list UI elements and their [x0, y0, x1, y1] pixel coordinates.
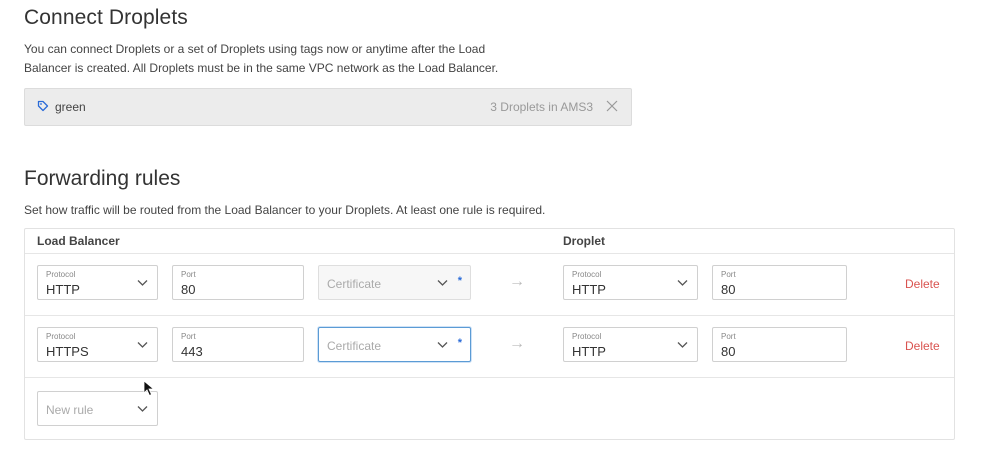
chevron-down-icon: [677, 342, 688, 348]
field-value: 443: [181, 344, 203, 359]
chevron-down-icon: [137, 406, 148, 412]
lb-port-input[interactable]: Port 80: [172, 265, 304, 300]
field-value: 80: [181, 282, 196, 297]
connect-droplets-description-line-1: You can connect Droplets or a set of Dro…: [24, 42, 486, 56]
header-droplet: Droplet: [563, 234, 605, 248]
row-divider: [25, 253, 954, 254]
delete-rule-button[interactable]: Delete: [905, 339, 940, 353]
field-placeholder: Certificate: [327, 277, 382, 291]
connect-droplets-title: Connect Droplets: [24, 6, 188, 29]
field-label: Protocol: [46, 270, 76, 279]
forwarding-rules-table: Load Balancer Droplet Protocol HTTP Port…: [24, 228, 955, 440]
field-value: 80: [721, 344, 736, 359]
chevron-down-icon: [437, 342, 448, 348]
droplet-protocol-select[interactable]: Protocol HTTP: [563, 327, 698, 362]
field-label: Protocol: [572, 270, 602, 279]
tag-name: green: [55, 100, 86, 114]
field-value: 80: [721, 282, 736, 297]
delete-rule-button[interactable]: Delete: [905, 277, 940, 291]
certificate-select[interactable]: Certificate *: [318, 265, 471, 300]
required-asterisk: *: [457, 275, 462, 287]
field-value: HTTP: [572, 344, 606, 359]
droplet-protocol-select[interactable]: Protocol HTTP: [563, 265, 698, 300]
field-label: Port: [181, 270, 196, 279]
arrow-right-icon: →: [509, 335, 525, 352]
new-rule-select[interactable]: New rule: [37, 391, 158, 426]
header-load-balancer: Load Balancer: [37, 234, 120, 248]
tag-droplet-count: 3 Droplets in AMS3: [490, 100, 593, 114]
arrow-right-icon: →: [509, 273, 525, 290]
required-asterisk: *: [457, 337, 462, 349]
droplet-port-input[interactable]: Port 80: [712, 327, 847, 362]
lb-protocol-select[interactable]: Protocol HTTPS: [37, 327, 158, 362]
field-value: HTTP: [572, 282, 606, 297]
close-icon[interactable]: [605, 99, 619, 113]
row-divider: [25, 377, 954, 378]
chevron-down-icon: [137, 280, 148, 286]
field-label: Protocol: [572, 332, 602, 341]
field-placeholder: Certificate: [327, 339, 382, 353]
tag-icon: [37, 100, 49, 112]
field-placeholder: New rule: [46, 403, 94, 417]
connect-droplets-description-line-2: Balancer is created. All Droplets must b…: [24, 61, 499, 75]
lb-protocol-select[interactable]: Protocol HTTP: [37, 265, 158, 300]
forwarding-rules-title: Forwarding rules: [24, 167, 181, 190]
certificate-select[interactable]: Certificate *: [318, 327, 471, 362]
field-value: HTTPS: [46, 344, 89, 359]
row-divider: [25, 315, 954, 316]
field-value: HTTP: [46, 282, 80, 297]
field-label: Protocol: [46, 332, 76, 341]
field-label: Port: [721, 270, 736, 279]
droplet-port-input[interactable]: Port 80: [712, 265, 847, 300]
field-label: Port: [181, 332, 196, 341]
chevron-down-icon: [137, 342, 148, 348]
droplet-tag-selector[interactable]: green 3 Droplets in AMS3: [24, 88, 632, 126]
chevron-down-icon: [677, 280, 688, 286]
field-label: Port: [721, 332, 736, 341]
mouse-cursor-icon: [143, 380, 155, 397]
lb-port-input[interactable]: Port 443: [172, 327, 304, 362]
forwarding-rules-description: Set how traffic will be routed from the …: [24, 203, 546, 217]
chevron-down-icon: [437, 280, 448, 286]
